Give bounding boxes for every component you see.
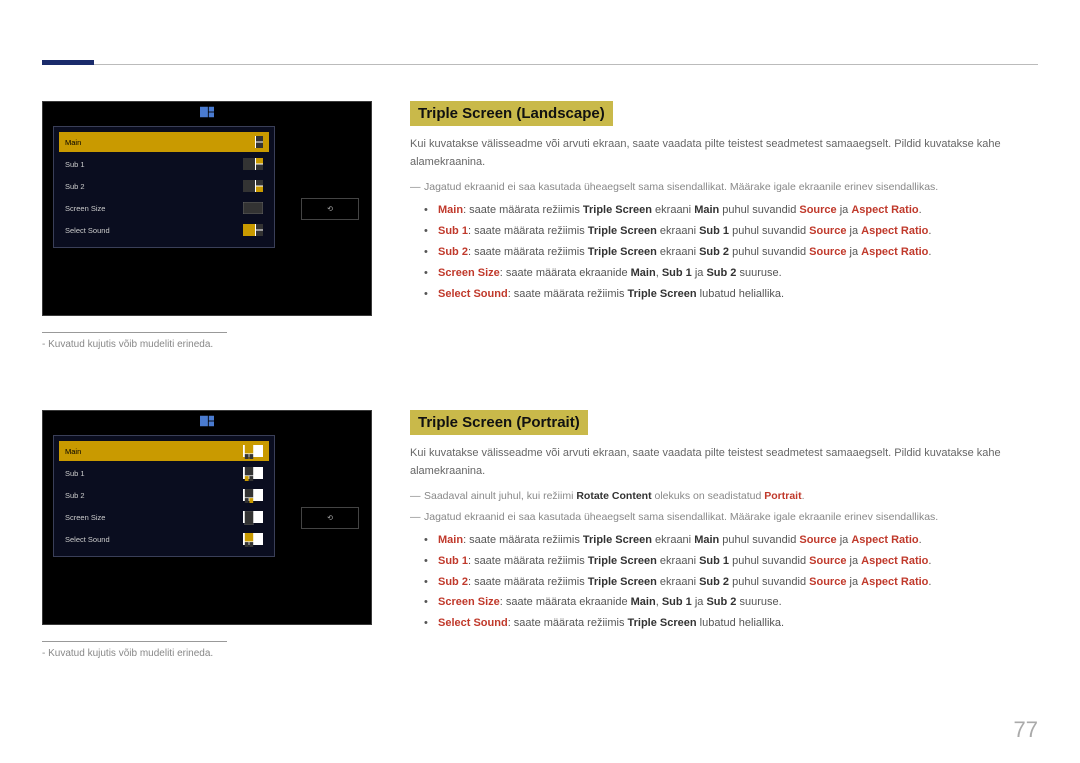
return-icon: ⟲ — [327, 514, 333, 522]
header-rule — [42, 64, 1038, 65]
layout-icon — [243, 489, 263, 501]
osd-label: Sub 2 — [65, 491, 85, 500]
bullet-item: Main: saate määrata režiimis Triple Scre… — [438, 200, 1038, 221]
osd-label: Select Sound — [65, 226, 110, 235]
multiscreen-icon — [200, 415, 214, 427]
layout-icon — [243, 533, 263, 545]
section-desc: Kui kuvatakse välisseadme või arvuti ekr… — [410, 136, 1038, 171]
mock-caption: Kuvatud kujutis võib mudeliti erineda. — [42, 339, 372, 350]
osd-mockup-portrait: Main Sub 1 Sub 2 Screen Size Select Soun… — [42, 410, 372, 625]
osd-row-main: Main — [59, 441, 269, 461]
bullet-item: Select Sound: saate määrata režiimis Tri… — [438, 613, 1038, 634]
osd-mockup-landscape: Main Sub 1 Sub 2 Screen Size Select Soun… — [42, 101, 372, 316]
return-icon: ⟲ — [327, 205, 333, 213]
section-desc: Kui kuvatakse välisseadme või arvuti ekr… — [410, 445, 1038, 480]
caption-rule — [42, 332, 227, 333]
osd-label: Sub 2 — [65, 182, 85, 191]
note-text: Saadaval ainult juhul, kui režiimi Rotat… — [410, 488, 1038, 505]
layout-icon — [243, 158, 263, 170]
osd-label: Screen Size — [65, 204, 105, 213]
layout-icon — [243, 511, 263, 523]
osd-menu-panel: Main Sub 1 Sub 2 Screen Size Select Soun… — [53, 126, 275, 248]
section-landscape: Main Sub 1 Sub 2 Screen Size Select Soun… — [42, 101, 1038, 350]
bullet-item: Screen Size: saate määrata ekraanide Mai… — [438, 263, 1038, 284]
bullet-list: Main: saate määrata režiimis Triple Scre… — [410, 200, 1038, 304]
bullet-item: Sub 2: saate määrata režiimis Triple Scr… — [438, 242, 1038, 263]
osd-row-size: Screen Size — [59, 198, 269, 218]
layout-icon — [243, 224, 263, 236]
bullet-item: Select Sound: saate määrata režiimis Tri… — [438, 284, 1038, 305]
section-title-landscape: Triple Screen (Landscape) — [410, 101, 613, 126]
osd-return-box: ⟲ — [301, 198, 359, 220]
osd-label: Sub 1 — [65, 160, 85, 169]
bullet-item: Sub 2: saate määrata režiimis Triple Scr… — [438, 572, 1038, 593]
section-title-portrait: Triple Screen (Portrait) — [410, 410, 588, 435]
osd-row-size: Screen Size — [59, 507, 269, 527]
osd-row-sound: Select Sound — [59, 529, 269, 549]
osd-row-main: Main — [59, 132, 269, 152]
osd-label: Sub 1 — [65, 469, 85, 478]
osd-row-sub2: Sub 2 — [59, 485, 269, 505]
layout-icon — [243, 445, 263, 457]
bullet-item: Main: saate määrata režiimis Triple Scre… — [438, 530, 1038, 551]
mock-caption: Kuvatud kujutis võib mudeliti erineda. — [42, 648, 372, 659]
note-text: Jagatud ekraanid ei saa kasutada üheaegs… — [410, 509, 1038, 526]
osd-row-sub1: Sub 1 — [59, 154, 269, 174]
layout-icon — [243, 136, 263, 148]
bullet-item: Sub 1: saate määrata režiimis Triple Scr… — [438, 221, 1038, 242]
layout-icon — [243, 202, 263, 214]
bullet-list: Main: saate määrata režiimis Triple Scre… — [410, 530, 1038, 634]
osd-label: Screen Size — [65, 513, 105, 522]
page-number: 77 — [1014, 717, 1038, 743]
bullet-item: Screen Size: saate määrata ekraanide Mai… — [438, 592, 1038, 613]
osd-label: Main — [65, 138, 81, 147]
osd-label: Select Sound — [65, 535, 110, 544]
bullet-item: Sub 1: saate määrata režiimis Triple Scr… — [438, 551, 1038, 572]
osd-row-sound: Select Sound — [59, 220, 269, 240]
osd-menu-panel: Main Sub 1 Sub 2 Screen Size Select Soun… — [53, 435, 275, 557]
section-portrait: Main Sub 1 Sub 2 Screen Size Select Soun… — [42, 410, 1038, 659]
osd-row-sub1: Sub 1 — [59, 463, 269, 483]
osd-return-box: ⟲ — [301, 507, 359, 529]
multiscreen-icon — [200, 106, 214, 118]
osd-row-sub2: Sub 2 — [59, 176, 269, 196]
layout-icon — [243, 180, 263, 192]
layout-icon — [243, 467, 263, 479]
osd-label: Main — [65, 447, 81, 456]
header-accent — [42, 60, 94, 65]
note-text: Jagatud ekraanid ei saa kasutada üheaegs… — [410, 179, 1038, 196]
caption-rule — [42, 641, 227, 642]
